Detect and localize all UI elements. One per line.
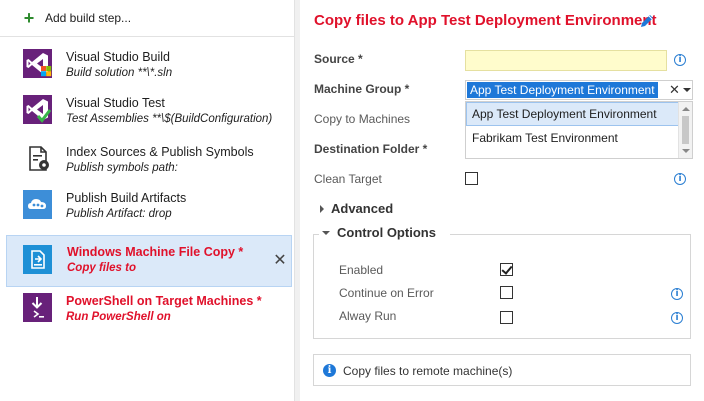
clean-target-label: Clean Target [314,172,382,186]
add-build-step-label: Add build step... [45,11,132,25]
scroll-thumb[interactable] [682,116,689,144]
task-subtitle: Publish Artifact: drop [66,208,172,220]
machine-group-dropdown: App Test Deployment Environment Fabrikam… [465,101,693,159]
task-name: Visual Studio Test [66,96,165,110]
always-run-checkbox[interactable] [500,311,513,324]
scroll-up-icon[interactable] [682,107,690,111]
task-publish-artifacts[interactable]: Publish Build Artifacts Publish Artifact… [6,183,292,231]
info-message-text: Copy files to remote machine(s) [343,364,513,378]
task-subtitle: Test Assemblies **\$(BuildConfiguration) [66,113,273,125]
dropdown-scrollbar[interactable] [678,102,692,158]
machine-group-label: Machine Group * [314,82,410,96]
continue-on-error-checkbox[interactable] [500,286,513,299]
task-subtitle: Build solution **\*.sln [66,67,173,79]
clean-target-checkbox[interactable] [465,172,478,185]
enabled-label: Enabled [339,263,384,277]
clear-selection-icon[interactable]: ✕ [669,82,680,98]
visual-studio-test-icon [23,95,52,124]
divider [0,36,294,37]
file-copy-icon [23,245,52,274]
chevron-down-icon [322,230,330,235]
chevron-right-icon [320,204,324,213]
chevron-down-icon[interactable] [683,88,691,92]
info-message-bar: i Copy files to remote machine(s) [313,354,691,386]
info-icon[interactable]: i [674,173,686,185]
info-icon[interactable]: i [671,312,683,324]
task-visual-studio-test[interactable]: Visual Studio Test Test Assemblies **\$(… [6,88,292,136]
scroll-down-icon[interactable] [682,149,690,153]
source-input[interactable] [465,50,667,71]
remove-task-button[interactable]: ✕ [273,250,287,270]
enabled-checkbox[interactable] [500,263,513,276]
continue-on-error-label: Continue on Error [339,286,434,300]
advanced-label: Advanced [331,201,394,216]
task-subtitle: Publish symbols path: [66,162,178,174]
machine-group-select[interactable]: App Test Deployment Environment ✕ [465,80,693,100]
info-icon: i [323,364,336,377]
task-name: Index Sources & Publish Symbols [66,145,254,159]
control-options-toggle[interactable]: Control Options [322,225,436,240]
always-run-label: Alway Run [339,309,397,323]
control-options-label: Control Options [337,225,436,240]
task-name: PowerShell on Target Machines * [66,294,262,308]
task-name: Publish Build Artifacts [66,191,187,205]
artifacts-cloud-icon [23,190,52,219]
plus-icon: + [23,8,35,28]
task-windows-machine-file-copy[interactable]: Windows Machine File Copy * Copy files t… [6,235,292,287]
build-steps-pane: + Add build step... Visual Studio Build … [0,0,294,401]
dropdown-option[interactable]: App Test Deployment Environment [466,102,679,126]
task-subtitle: Copy files to [67,262,137,274]
task-powershell-on-target[interactable]: PowerShell on Target Machines * Run Powe… [6,289,292,337]
powershell-icon [23,293,52,322]
source-label: Source * [314,52,363,66]
dropdown-option[interactable]: Fabrikam Test Environment [466,126,679,150]
task-name: Windows Machine File Copy * [67,245,244,259]
machine-group-selected-value: App Test Deployment Environment [467,82,658,98]
task-title: Copy files to App Test Deployment Enviro… [314,12,657,29]
add-build-step-button[interactable]: + Add build step... [22,8,131,28]
task-name: Visual Studio Build [66,50,171,64]
edit-pencil-icon[interactable] [639,13,655,29]
visual-studio-icon [23,49,52,78]
task-details-pane: Copy files to App Test Deployment Enviro… [300,0,704,401]
copy-to-machines-label: Copy to Machines [314,112,411,126]
task-visual-studio-build[interactable]: Visual Studio Build Build solution **\*.… [6,42,292,90]
document-gear-icon [29,146,49,171]
advanced-section-toggle[interactable]: Advanced [320,201,393,216]
task-index-sources[interactable]: Index Sources & Publish Symbols Publish … [6,137,292,185]
destination-folder-label: Destination Folder * [314,142,428,156]
info-icon[interactable]: i [674,54,686,66]
info-icon[interactable]: i [671,288,683,300]
task-subtitle: Run PowerShell on [66,311,171,323]
